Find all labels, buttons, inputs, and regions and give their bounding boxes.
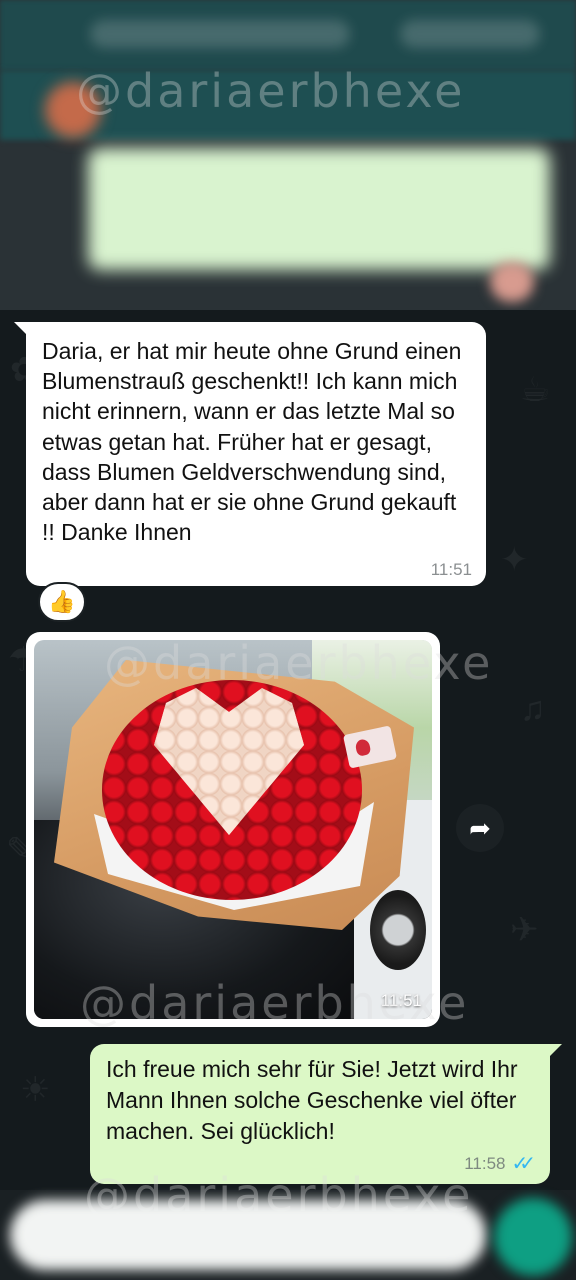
status-bar-blurred-icons xyxy=(400,20,540,48)
blurred-previous-message xyxy=(88,148,550,270)
message-text: Daria, er hat mir heute ohne Grund einen… xyxy=(42,338,462,546)
photo-car-wheel xyxy=(370,890,426,970)
watermark: @dariaerbhexe xyxy=(76,64,466,118)
forward-button[interactable]: ➦ xyxy=(456,804,504,852)
mic-send-button[interactable] xyxy=(494,1198,572,1276)
double-check-icon: ✓✓ xyxy=(511,1153,535,1175)
thumbs-up-reaction[interactable]: 👍 xyxy=(38,582,86,622)
outgoing-message-bubble[interactable]: Ich freue mich sehr für Sie! Jetzt wird … xyxy=(90,1044,562,1184)
message-meta: 11:58 ✓✓ xyxy=(464,1151,536,1176)
watermark-photo: @dariaerbhexe xyxy=(104,636,494,690)
watermark-bottom: @dariaerbhexe xyxy=(80,976,470,1030)
status-bar-blurred-content xyxy=(90,20,350,48)
blurred-reaction xyxy=(490,262,534,302)
incoming-message-bubble[interactable]: Daria, er hat mir heute ohne Grund einen… xyxy=(14,322,486,586)
message-time: 11:51 xyxy=(430,560,472,579)
forward-arrow-icon: ➦ xyxy=(469,812,491,843)
incoming-image-message[interactable]: 11:51 xyxy=(26,632,440,1027)
message-input[interactable] xyxy=(10,1200,486,1270)
message-text: Ich freue mich sehr für Sie! Jetzt wird … xyxy=(106,1056,518,1144)
blurred-header-area xyxy=(0,0,576,310)
bouquet-photo[interactable]: 11:51 xyxy=(34,640,432,1019)
thumbs-up-icon: 👍 xyxy=(48,589,76,614)
